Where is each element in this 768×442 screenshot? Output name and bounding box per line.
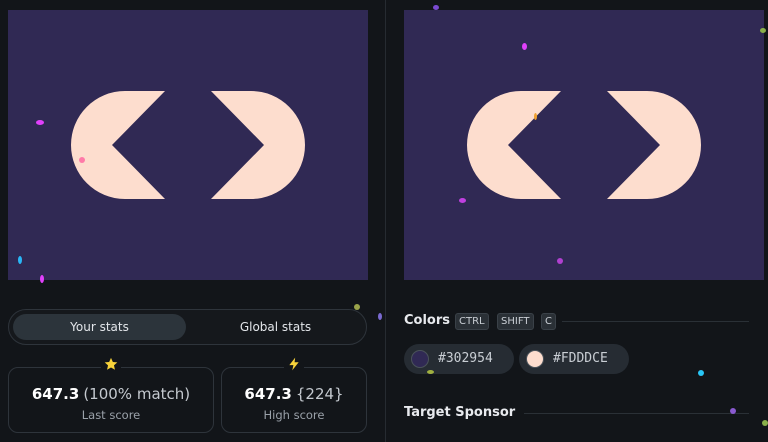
confetti-piece — [79, 157, 85, 163]
colors-divider — [562, 321, 749, 322]
confetti-piece — [40, 275, 44, 283]
high-score-value-row: 647.3 {224} — [222, 385, 366, 403]
swatch-color-dot — [411, 350, 429, 368]
color-swatch-background[interactable]: #302954 — [404, 344, 514, 374]
high-score-value: 647.3 — [244, 385, 292, 403]
tab-your-stats[interactable]: Your stats — [13, 314, 186, 340]
high-score-card: 647.3 {224} High score — [221, 357, 367, 433]
confetti-piece — [36, 120, 44, 125]
target-right-chevron-shape — [607, 91, 701, 199]
last-score-value: 647.3 — [31, 385, 80, 403]
confetti-piece — [433, 5, 439, 10]
confetti-piece — [698, 370, 704, 376]
confetti-piece — [762, 420, 768, 426]
confetti-piece — [760, 28, 766, 33]
sponsor-divider — [524, 413, 749, 414]
confetti-piece — [557, 258, 563, 264]
high-score-detail: {224} — [295, 385, 344, 403]
swatch-hex-label: #FDDDCE — [553, 351, 608, 366]
confetti-piece — [459, 198, 466, 203]
right-chevron-shape — [211, 91, 305, 199]
left-chevron-shape — [71, 91, 165, 199]
target-canvas — [404, 10, 764, 280]
last-score-value-row: 647.3 (100% match) — [9, 385, 213, 403]
swatch-hex-label: #302954 — [438, 351, 493, 366]
shortcut-key-shift: SHIFT — [497, 313, 534, 330]
sponsor-title: Target Sponsor — [404, 405, 516, 420]
shortcut-key-c: C — [541, 313, 556, 330]
target-left-chevron-shape — [467, 91, 561, 199]
confetti-piece — [378, 313, 382, 320]
output-canvas[interactable] — [8, 10, 368, 280]
last-score-label: Last score — [81, 408, 141, 422]
confetti-piece — [354, 304, 360, 310]
stats-tabs: Your stats Global stats — [8, 309, 367, 345]
confetti-piece — [522, 43, 527, 50]
confetti-piece — [18, 256, 22, 264]
output-shape — [71, 91, 305, 199]
color-swatch-foreground[interactable]: #FDDDCE — [519, 344, 629, 374]
confetti-piece — [730, 408, 736, 414]
swatch-color-dot — [526, 350, 544, 368]
left-panel: Your stats Global stats 647.3 (100% match… — [0, 0, 385, 442]
confetti-piece — [427, 370, 434, 374]
confetti-piece — [534, 113, 537, 120]
high-score-label: High score — [263, 408, 325, 422]
right-panel: Colors CTRL SHIFT C #302954 #FDDDCE Targ… — [386, 0, 768, 442]
last-score-card: 647.3 (100% match) Last score — [8, 357, 214, 433]
shortcut-key-ctrl: CTRL — [455, 313, 489, 330]
lightning-icon — [284, 357, 304, 377]
target-shape — [467, 91, 701, 199]
star-icon — [101, 357, 121, 377]
tab-global-stats[interactable]: Global stats — [189, 314, 362, 340]
colors-title: Colors — [404, 313, 451, 328]
last-score-detail: (100% match) — [83, 385, 191, 403]
